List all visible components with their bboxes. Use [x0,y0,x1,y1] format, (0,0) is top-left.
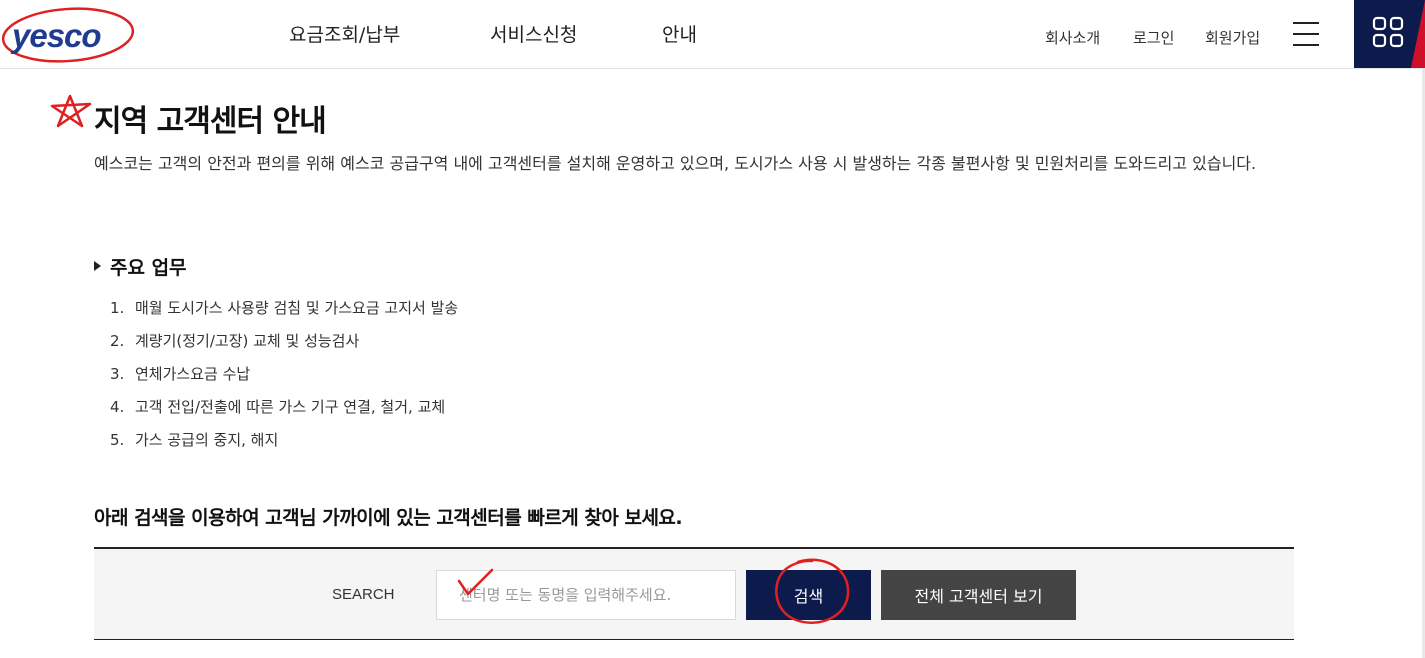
list-item: 1. 매월 도시가스 사용량 검침 및 가스요금 고지서 발송 [110,299,459,317]
yesco-logo[interactable]: yesco [0,4,140,66]
logo-text: yesco [12,17,102,54]
brand-red-edge [1411,0,1425,68]
duty-text: 고객 전입/전출에 따른 가스 기구 연결, 철거, 교체 [135,398,446,416]
search-label: SEARCH [332,586,395,603]
duties-heading-label: 주요 업무 [110,257,187,279]
duties-list: 1. 매월 도시가스 사용량 검침 및 가스요금 고지서 발송 2. 계량기(정기/… [110,297,458,462]
util-login-link[interactable]: 로그인 [1133,27,1174,48]
list-item: 4. 고객 전입/전출에 따른 가스 기구 연결, 철거, 교체 [110,398,446,416]
intro-text: 예스코는 고객의 안전과 편의를 위해 예스코 공급구역 내에 고객센터를 설치… [94,154,1257,173]
search-button[interactable]: 검색 [746,570,871,620]
duty-text: 연체가스요금 수납 [135,365,251,383]
search-guide-text: 아래 검색을 이용하여 고객님 가까이에 있는 고객센터를 빠르게 찾아 보세요… [94,507,683,529]
search-panel: SEARCH 검색 전체 고객센터 보기 [94,547,1294,640]
star-annotation-icon [50,94,92,128]
view-all-centers-button[interactable]: 전체 고객센터 보기 [881,570,1076,620]
hamburger-icon[interactable] [1293,22,1319,48]
site-header: yesco 요금조회/납부 서비스신청 안내 회사소개 로그인 회원가입 [0,0,1425,69]
nav-service-request[interactable]: 서비스신청 [490,20,577,47]
util-company-link[interactable]: 회사소개 [1045,27,1100,48]
duty-text: 가스 공급의 중지, 해지 [135,431,279,449]
duty-text: 계량기(정기/고장) 교체 및 성능검사 [135,332,360,350]
triangle-bullet-icon [94,261,101,271]
nav-guide[interactable]: 안내 [662,20,697,47]
nav-billing[interactable]: 요금조회/납부 [289,20,400,47]
util-signup-link[interactable]: 회원가입 [1205,27,1260,48]
list-item: 3. 연체가스요금 수납 [110,365,251,383]
page-title: 지역 고객센터 안내 [94,104,327,139]
apps-grid-button[interactable] [1354,0,1425,68]
list-item: 5. 가스 공급의 중지, 해지 [110,431,279,449]
duty-text: 매월 도시가스 사용량 검침 및 가스요금 고지서 발송 [135,299,459,317]
search-input[interactable] [436,570,736,620]
duties-heading: 주요 업무 [94,253,187,280]
apps-grid-icon [1372,16,1404,48]
list-item: 2. 계량기(정기/고장) 교체 및 성능검사 [110,332,360,350]
